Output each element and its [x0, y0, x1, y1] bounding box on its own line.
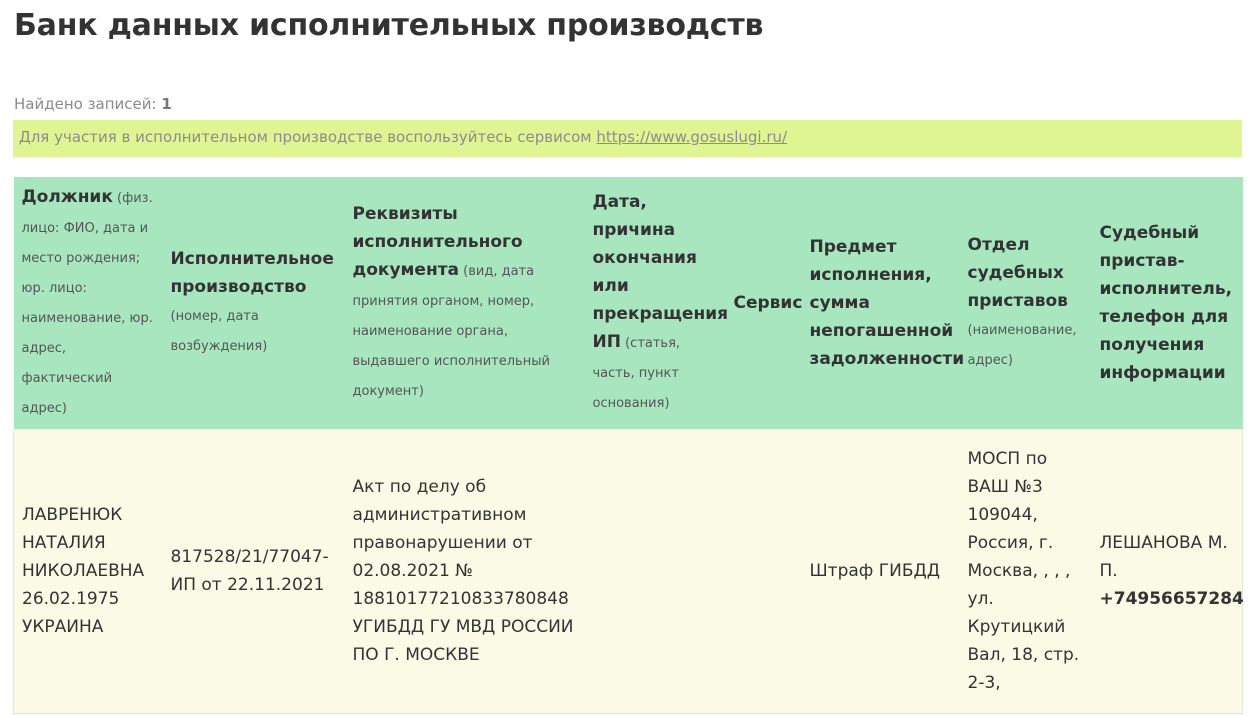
column-header-end-date: Дата, причина окончания или прекращения … [584, 177, 728, 429]
column-header-service: Сервис [725, 177, 802, 429]
column-header-proceeding: Исполнительное производство (номер, дата … [162, 177, 345, 429]
cell-end-info [584, 429, 726, 714]
notice-text: Для участия в исполнительном производств… [19, 128, 597, 146]
cell-department: МОСП по ВАШ №3 109044, Россия, г. Москва… [959, 429, 1092, 714]
results-count-value: 1 [161, 95, 172, 113]
bailiff-name: ЛЕШАНОВА М. П. [1099, 532, 1228, 581]
results-count: Найдено записей: 1 [14, 95, 172, 113]
gosuslugi-link[interactable]: https://www.gosuslugi.ru/ [596, 128, 787, 146]
results-count-label: Найдено записей: [14, 95, 157, 113]
page-title: Банк данных исполнительных производств [14, 8, 764, 43]
cell-bailiff: ЛЕШАНОВА М. П. +74956657284 [1091, 429, 1244, 714]
debtor-birthdate: 26.02.1975 [22, 588, 120, 609]
debtor-birthplace: УКРАИНА [22, 616, 104, 637]
cell-debtor: ЛАВРЕНЮК НАТАЛИЯ НИКОЛАЕВНА 26.02.1975 У… [13, 429, 163, 714]
column-header-bailiff: Судебный пристав-исполнитель, телефон дл… [1091, 177, 1243, 429]
gosuslugi-notice: Для участия в исполнительном производств… [13, 120, 1242, 157]
debtor-patronymic: НИКОЛАЕВНА [22, 560, 145, 581]
debtor-surname: ЛАВРЕНЮК [22, 504, 123, 525]
bailiff-phone: +74956657284 [1099, 588, 1244, 609]
table-header-row: Должник (физ. лицо: ФИО, дата и место ро… [13, 177, 1243, 429]
column-header-department: Отдел судебных приставов (наименование, а… [959, 177, 1092, 429]
debtor-name: НАТАЛИЯ [22, 532, 106, 553]
column-header-document: Реквизиты исполнительного документа (вид… [344, 177, 585, 429]
proceedings-table: Должник (физ. лицо: ФИО, дата и место ро… [13, 177, 1244, 714]
page: Банк данных исполнительных производств Н… [0, 0, 1260, 716]
cell-document: Акт по делу об административном правонар… [344, 429, 585, 714]
cell-service [725, 429, 802, 714]
column-header-subject: Предмет исполнения, сумма непогашенной з… [801, 177, 964, 429]
cell-subject: Штраф ГИБДД [801, 429, 960, 714]
table-row: ЛАВРЕНЮК НАТАЛИЯ НИКОЛАЕВНА 26.02.1975 У… [13, 429, 1244, 714]
cell-proceeding: 817528/21/77047-ИП от 22.11.2021 [162, 429, 345, 714]
column-header-debtor: Должник (физ. лицо: ФИО, дата и место ро… [13, 177, 163, 429]
